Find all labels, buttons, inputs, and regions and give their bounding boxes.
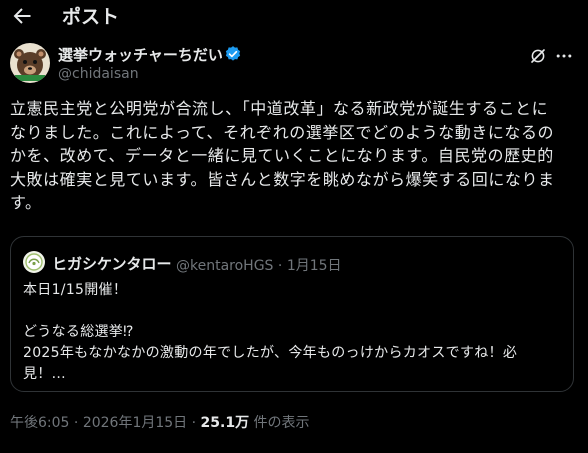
quote-author-name: ヒガシケンタロー — [52, 255, 172, 273]
author-name[interactable]: 選挙ウォッチャーちだい — [58, 44, 223, 65]
quote-author-avatar — [23, 251, 45, 273]
post-text: 立憲民主党と公明党が合流し、「中道改革」なる新政党が誕生することに なりました。… — [10, 99, 555, 213]
views-separator: · — [187, 415, 201, 431]
timestamp-separator: · — [69, 415, 83, 431]
quote-avatar-image — [23, 251, 45, 273]
quote-date: 1月15日 — [286, 258, 342, 274]
quoted-post-card[interactable]: ヒガシケンタロー @kentaroHGS · 1月15日 本日1/15開催！ ど… — [10, 236, 574, 392]
post-date[interactable]: 2026年1月15日 — [83, 415, 187, 431]
quote-author-handle: @kentaroHGS — [176, 258, 274, 274]
post-time[interactable]: 午後6:05 — [10, 415, 69, 431]
author-avatar[interactable] — [10, 43, 50, 83]
verified-badge-icon — [225, 46, 241, 61]
avatar-image — [10, 43, 50, 83]
post-timestamp: 午後6:05 · 2026年1月15日 · 25.1万 件の表示 — [10, 412, 310, 432]
views-count[interactable]: 25.1万 — [201, 415, 250, 431]
quote-meta: @kentaroHGS · 1月15日 — [176, 255, 342, 275]
grok-icon[interactable] — [529, 47, 547, 65]
header-bar: ポスト — [0, 0, 588, 36]
author-handle[interactable]: @chidaisan — [58, 66, 139, 82]
quote-text: 本日1/15開催！ どうなる総選挙⁉ 2025年もなかなかの激動の年でしたが、今… — [23, 282, 518, 382]
views-label: 件の表示 — [249, 415, 310, 431]
more-icon[interactable] — [554, 46, 574, 66]
page-title: ポスト — [62, 6, 120, 28]
quote-separator: · — [277, 258, 283, 274]
back-arrow-icon[interactable] — [10, 4, 34, 28]
